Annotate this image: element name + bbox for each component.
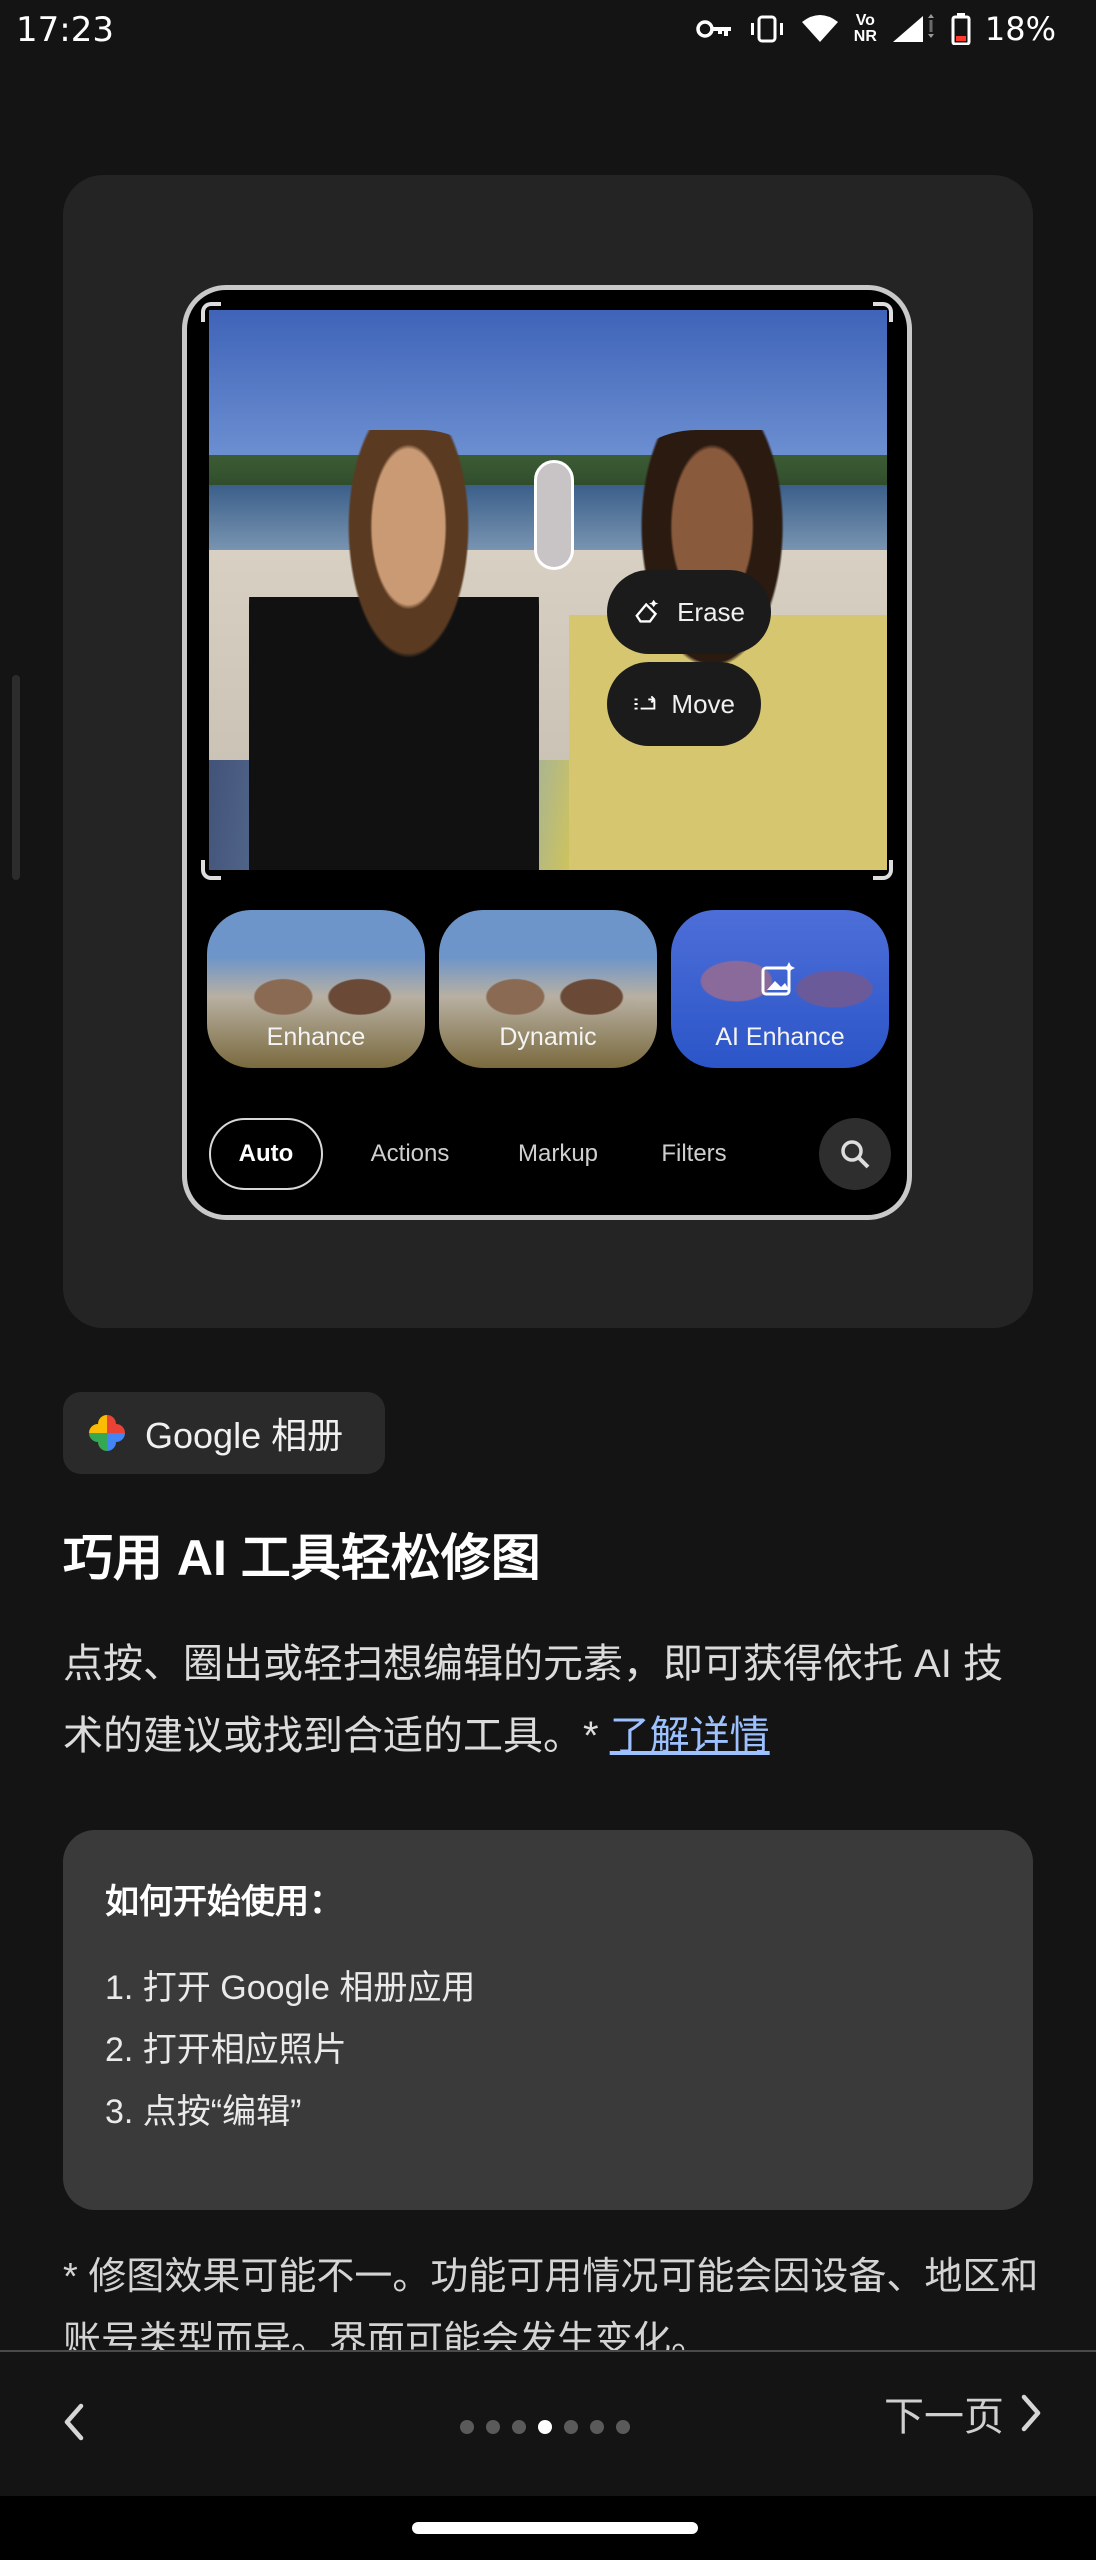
learn-more-link[interactable]: 了解详情 [610, 1714, 770, 1758]
how-to-step: 2. 打开相应照片 [105, 2031, 347, 2069]
crop-corner-icon [873, 860, 893, 880]
next-page-button[interactable]: 下一页 [884, 2384, 1044, 2442]
chevron-left-icon [64, 2403, 84, 2441]
battery-icon [951, 13, 971, 45]
person-left [249, 430, 539, 870]
page-title: 巧用 AI 工具轻松修图 [63, 1530, 541, 1586]
previous-page-button[interactable] [52, 2392, 96, 2452]
filter-ai-enhance: AI Enhance [671, 910, 889, 1068]
wifi-icon [800, 14, 840, 44]
vibrate-icon [748, 14, 786, 44]
ai-enhance-icon [761, 962, 795, 996]
bottom-navigation: 下一页 [0, 2350, 1096, 2496]
crop-corner-icon [873, 302, 893, 322]
app-chip-label: Google 相册 [145, 1415, 344, 1456]
status-time: 17:23 [16, 10, 114, 50]
feature-description: 点按、圈出或轻扫想编辑的元素，即可获得依托 AI 技术的建议或找到合适的工具。*… [63, 1642, 1004, 1758]
tab-actions: Actions [370, 1140, 450, 1167]
how-to-title: 如何开始使用： [105, 1883, 343, 1921]
erase-button: Erase [607, 570, 771, 654]
google-photos-icon [89, 1415, 125, 1451]
tab-auto: Auto [209, 1118, 323, 1190]
page-dot [564, 2420, 578, 2434]
page-dot [486, 2420, 500, 2434]
page-dot-active [538, 2420, 552, 2434]
move-button: Move [607, 662, 761, 746]
page-dot [512, 2420, 526, 2434]
crop-corner-icon [201, 860, 221, 880]
selected-bystander [534, 460, 574, 570]
move-label: Move [671, 688, 735, 719]
filter-enhance: Enhance [207, 910, 425, 1068]
erase-label: Erase [677, 596, 745, 627]
volte-nr-indicator: Vo NR [853, 12, 877, 45]
tab-markup: Markup [517, 1140, 599, 1167]
how-to-step: 1. 打开 Google 相册应用 [105, 1969, 476, 2007]
signal-icon [891, 14, 937, 44]
page-indicator [460, 2420, 630, 2434]
key-icon [696, 17, 734, 41]
home-gesture-handle[interactable] [412, 2522, 698, 2534]
edge-handle [12, 675, 20, 880]
how-to-card: 如何开始使用： 1. 打开 Google 相册应用 2. 打开相应照片 3. 点… [63, 1830, 1033, 2210]
next-page-label: 下一页 [884, 2395, 1004, 2439]
chevron-right-icon [1021, 2394, 1041, 2432]
page-dot [590, 2420, 604, 2434]
photo-preview [209, 310, 887, 870]
app-chip-google-photos: Google 相册 [63, 1392, 385, 1474]
how-to-step: 3. 点按“编辑” [105, 2093, 302, 2131]
page-dot [460, 2420, 474, 2434]
erase-icon [635, 599, 659, 623]
search-icon [819, 1118, 891, 1190]
editor-tabs: Auto Actions Markup Filters [209, 1118, 899, 1194]
status-icons: Vo NR 18% [696, 10, 1056, 48]
crop-corner-icon [201, 302, 221, 322]
status-bar: 17:23 Vo NR 18% [0, 0, 1096, 64]
move-icon [634, 695, 656, 710]
page-dot [616, 2420, 630, 2434]
filter-suggestions: Enhance Dynamic AI Enhance [207, 910, 897, 1070]
battery-percent: 18% [984, 10, 1056, 48]
filter-dynamic: Dynamic [439, 910, 657, 1068]
tab-filters: Filters [661, 1140, 727, 1167]
phone-mockup: Erase Move Enhance Dynamic AI Enhance Au… [182, 285, 912, 1220]
screen: 17:23 Vo NR 18% Erase Move Enhance Dynam… [0, 0, 1096, 2560]
